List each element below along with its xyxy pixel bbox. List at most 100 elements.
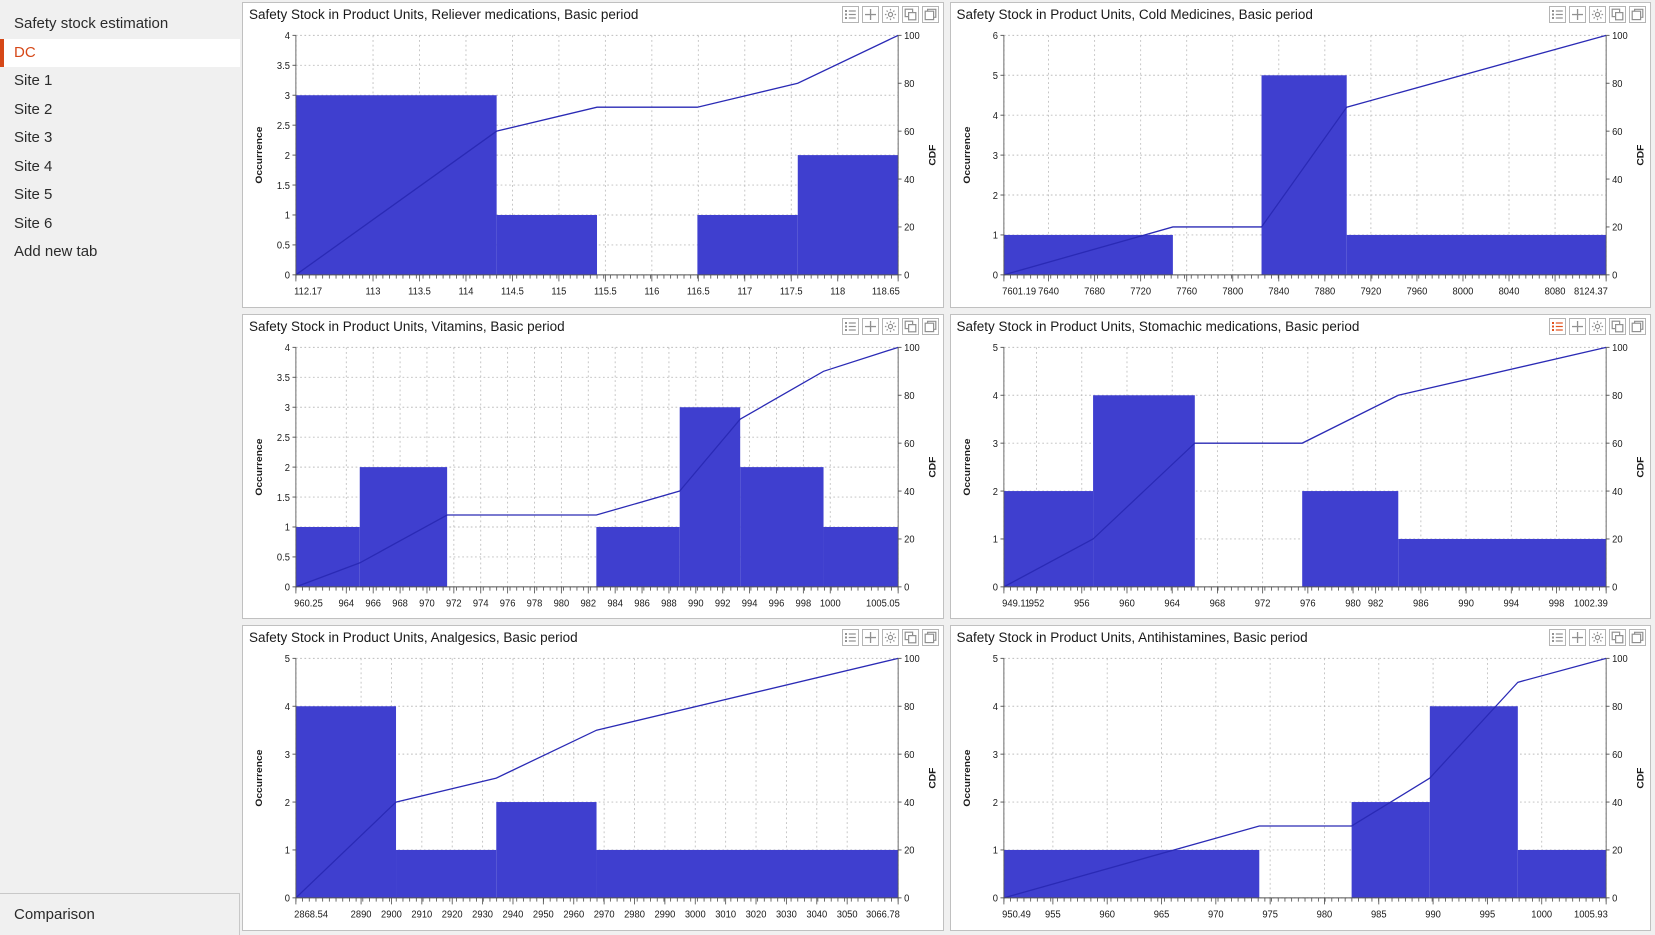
gear-icon — [1591, 320, 1604, 333]
legend-list-icon-button[interactable] — [841, 317, 859, 335]
crosshair-plus-icon-button[interactable] — [1569, 317, 1586, 335]
crosshair-plus-icon-button[interactable] — [1569, 6, 1586, 23]
chart-plot-area[interactable]: 0 0.5 1 1.5 2 2.5 3 3.5 4 0 20 40 60 80 100 112.17 113 11… — [243, 26, 943, 307]
svg-text:CDF: CDF — [928, 145, 938, 166]
svg-text:4: 4 — [992, 390, 998, 401]
chart-plot-area[interactable]: 0 0.5 1 1.5 2 2.5 3 3.5 4 0 20 40 60 80 100 960.25 964 96… — [243, 338, 943, 619]
sidebar-item-label: Site 1 — [14, 72, 53, 89]
duplicate-icon-button[interactable] — [1609, 629, 1626, 647]
maximize-window-icon-button[interactable] — [1629, 6, 1646, 23]
svg-text:986: 986 — [1413, 598, 1429, 609]
svg-text:20: 20 — [904, 846, 915, 857]
chart-grid: Safety Stock in Product Units, Reliever … — [240, 0, 1655, 935]
sidebar-item-site-1[interactable]: Site 1 — [0, 67, 240, 96]
svg-text:980: 980 — [554, 598, 570, 609]
gear-icon — [1591, 631, 1604, 644]
chart-plot-area[interactable]: 0 1 2 3 4 5 6 0 20 40 60 80 100 7601.19 7640 7680 7720 77… — [951, 26, 1651, 307]
svg-text:3010: 3010 — [715, 909, 736, 920]
svg-text:8040: 8040 — [1498, 286, 1519, 297]
svg-text:2980: 2980 — [624, 909, 645, 920]
sidebar-item-site-5[interactable]: Site 5 — [0, 181, 240, 210]
svg-text:5: 5 — [992, 342, 998, 353]
maximize-window-icon-button[interactable] — [921, 317, 939, 335]
legend-list-icon-button[interactable] — [841, 629, 859, 647]
svg-text:956: 956 — [1073, 598, 1089, 609]
gear-icon-button[interactable] — [881, 317, 899, 335]
svg-text:112.17: 112.17 — [294, 286, 322, 297]
gear-icon-button[interactable] — [881, 6, 899, 23]
sidebar-item-site-3[interactable]: Site 3 — [0, 124, 240, 153]
svg-text:3050: 3050 — [837, 909, 858, 920]
sidebar-item-site-6[interactable]: Site 6 — [0, 210, 240, 239]
chart-plot-area[interactable]: 0 1 2 3 4 5 0 20 40 60 80 100 950.49 955 960 965 970 975 9… — [951, 649, 1651, 930]
duplicate-icon-button[interactable] — [901, 6, 919, 23]
sidebar-item-label: Site 4 — [14, 157, 53, 175]
sidebar-item-dc[interactable]: DC — [0, 38, 240, 67]
svg-text:116: 116 — [644, 286, 659, 297]
svg-text:60: 60 — [1612, 127, 1623, 138]
crosshair-plus-icon-button[interactable] — [861, 629, 879, 647]
gear-icon — [1591, 8, 1604, 21]
svg-text:994: 994 — [742, 598, 758, 609]
svg-text:20: 20 — [904, 534, 915, 545]
svg-text:3: 3 — [992, 438, 998, 449]
svg-text:100: 100 — [1612, 654, 1628, 665]
chart-toolbar — [836, 6, 939, 23]
duplicate-icon-button[interactable] — [1609, 317, 1626, 335]
duplicate-icon-button[interactable] — [901, 317, 919, 335]
svg-text:0: 0 — [992, 270, 998, 281]
svg-text:2920: 2920 — [442, 909, 463, 920]
legend-list-icon-button[interactable] — [841, 6, 859, 23]
maximize-window-icon-button[interactable] — [921, 629, 939, 647]
svg-text:960: 960 — [1119, 598, 1135, 609]
svg-text:20: 20 — [1612, 534, 1623, 545]
duplicate-icon-button[interactable] — [901, 629, 919, 647]
chart-panel-header: Safety Stock in Product Units, Reliever … — [243, 3, 943, 26]
sidebar-item-add-new-tab[interactable]: Add new tab — [0, 238, 240, 267]
svg-text:992: 992 — [715, 598, 731, 609]
maximize-window-icon-button[interactable] — [1629, 317, 1646, 335]
legend-list-icon — [844, 320, 857, 333]
crosshair-plus-icon-button[interactable] — [1569, 629, 1586, 647]
crosshair-plus-icon-button[interactable] — [861, 317, 879, 335]
sidebar-item-site-2[interactable]: Site 2 — [0, 96, 240, 125]
maximize-window-icon-button[interactable] — [1629, 629, 1646, 647]
svg-text:7880: 7880 — [1314, 286, 1335, 297]
svg-text:Occurrence: Occurrence — [962, 438, 972, 496]
svg-text:114: 114 — [459, 286, 474, 297]
chart-plot-area[interactable]: 0 1 2 3 4 5 0 20 40 60 80 100 949.11 952 956 960 964 968 9… — [951, 338, 1651, 619]
sidebar-item-site-4[interactable]: Site 4 — [0, 153, 240, 182]
svg-text:80: 80 — [904, 390, 915, 401]
svg-text:3: 3 — [285, 402, 291, 413]
sidebar-item-safety-stock-estimation[interactable]: Safety stock estimation — [0, 10, 240, 39]
gear-icon-button[interactable] — [881, 629, 899, 647]
gear-icon-button[interactable] — [1589, 317, 1606, 335]
svg-text:4: 4 — [285, 31, 291, 42]
duplicate-icon-button[interactable] — [1609, 6, 1626, 23]
gear-icon-button[interactable] — [1589, 629, 1606, 647]
svg-text:978: 978 — [527, 598, 543, 609]
svg-text:1002.39: 1002.39 — [1573, 598, 1607, 609]
svg-text:117.5: 117.5 — [780, 286, 803, 297]
legend-list-icon-button[interactable] — [1549, 6, 1566, 23]
legend-list-icon-button[interactable] — [1549, 629, 1566, 647]
chart-plot-area[interactable]: 0 1 2 3 4 5 0 20 40 60 80 100 2868.54 2890 2900 2910 292… — [243, 649, 943, 930]
maximize-window-icon-button[interactable] — [921, 6, 939, 23]
chart-panel-header: Safety Stock in Product Units, Antihista… — [950, 626, 1650, 650]
crosshair-plus-icon-button[interactable] — [861, 6, 879, 23]
gear-icon-button[interactable] — [1589, 6, 1606, 23]
svg-text:990: 990 — [1458, 598, 1474, 609]
svg-text:80: 80 — [1612, 79, 1623, 90]
legend-list-icon — [1551, 631, 1564, 644]
sidebar-item-label: Add new tab — [14, 243, 98, 260]
svg-text:5: 5 — [285, 654, 291, 665]
svg-text:3: 3 — [992, 750, 998, 761]
crosshair-plus-icon — [864, 631, 877, 644]
comparison-button[interactable]: Comparison — [0, 893, 240, 935]
legend-list-icon-button[interactable] — [1549, 317, 1566, 335]
duplicate-icon — [1611, 320, 1624, 333]
svg-text:986: 986 — [634, 598, 650, 609]
svg-text:996: 996 — [769, 598, 785, 609]
svg-text:0: 0 — [285, 582, 291, 593]
maximize-window-icon — [924, 320, 937, 333]
